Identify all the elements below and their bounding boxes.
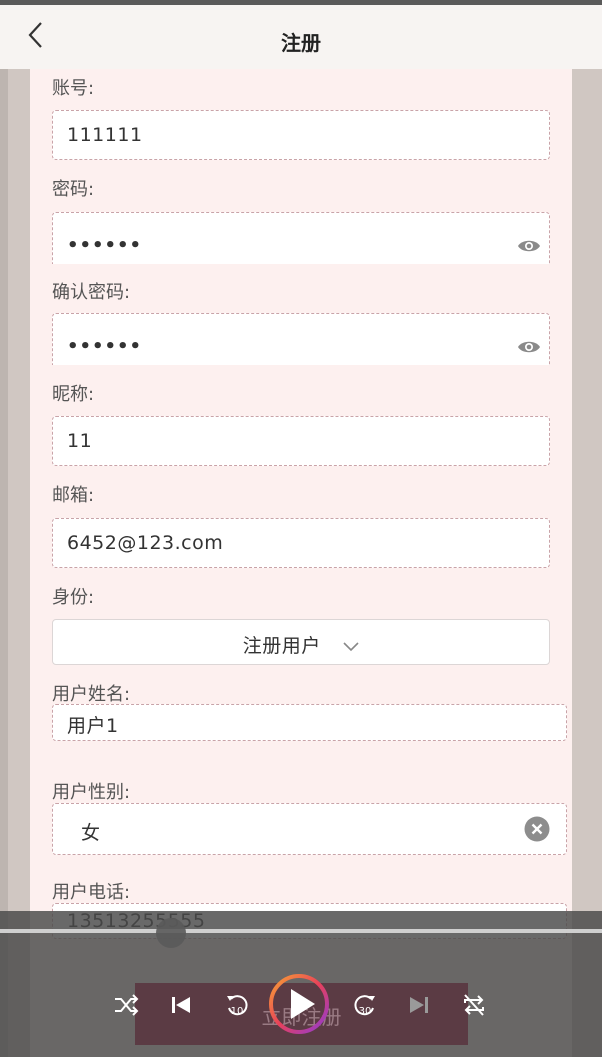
replay-10-icon[interactable]: 10 [222,990,252,1020]
gender-input[interactable]: 女 [52,803,567,855]
gender-value: 女 [81,822,101,844]
app-header: 注册 [0,5,602,69]
skip-previous-icon[interactable] [166,990,196,1020]
password-label: 密码: [52,179,95,200]
gender-label: 用户性别: [52,782,131,803]
svg-text:10: 10 [231,1006,244,1017]
shuffle-icon[interactable] [111,990,141,1020]
password-value: •••••• [67,235,143,256]
progress-thumb[interactable] [156,918,186,948]
eye-icon[interactable] [517,338,541,356]
skip-next-icon[interactable] [404,990,434,1020]
username-value: 用户1 [67,715,119,737]
forward-30-icon[interactable]: 30 [350,990,380,1020]
svg-text:30: 30 [359,1006,372,1017]
clear-icon[interactable] [524,816,550,842]
password-input[interactable]: •••••• [52,212,550,264]
identity-label: 身份: [52,587,95,608]
username-label: 用户姓名: [52,684,131,705]
left-edge [0,69,8,1057]
identity-select[interactable]: 注册用户 [52,619,550,665]
identity-value: 注册用户 [53,631,549,658]
identity-selected-text: 注册用户 [242,635,321,657]
account-input[interactable]: 111111 [52,110,550,160]
email-input[interactable]: 6452@123.com [52,518,550,568]
account-label: 账号: [52,78,95,99]
phone-label: 用户电话: [52,882,131,903]
chevron-down-icon [343,641,359,651]
nickname-input[interactable]: 11 [52,416,550,466]
confirm-password-value: •••••• [67,336,143,357]
username-input[interactable]: 用户1 [52,704,567,741]
page-title: 注册 [281,31,321,55]
nickname-label: 昵称: [52,384,95,405]
confirm-password-label: 确认密码: [52,282,131,303]
email-value: 6452@123.com [67,532,224,554]
play-icon[interactable] [268,973,330,1035]
progress-bar[interactable] [0,929,602,933]
email-label: 邮箱: [52,485,95,506]
confirm-password-input[interactable]: •••••• [52,313,550,365]
repeat-icon[interactable] [459,990,489,1020]
account-value: 111111 [67,124,143,146]
nickname-value: 11 [67,430,93,452]
eye-icon[interactable] [517,237,541,255]
